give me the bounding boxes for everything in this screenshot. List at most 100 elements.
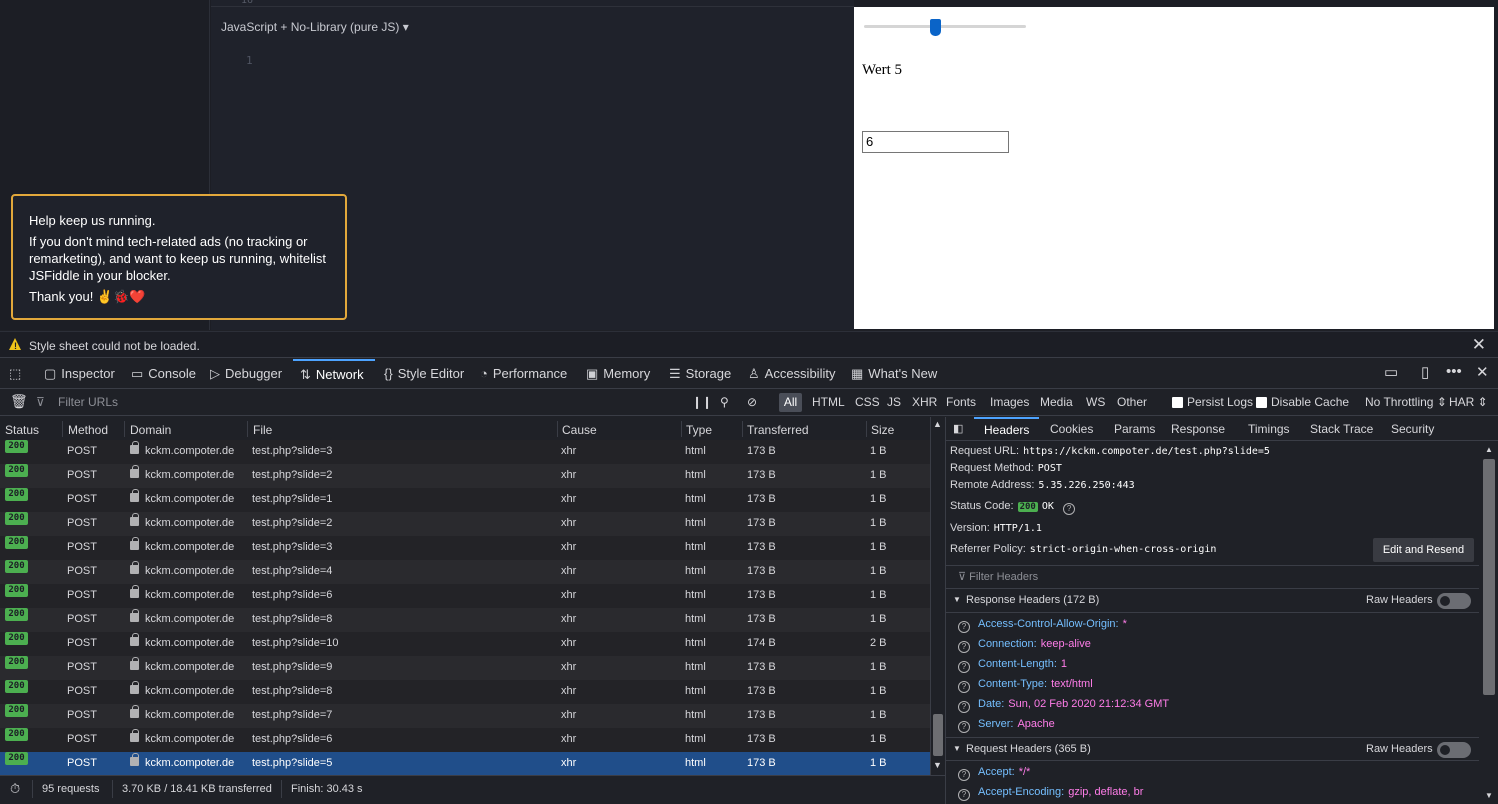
- help-icon[interactable]: ?: [958, 661, 970, 673]
- table-row[interactable]: 200 POST kckm.compoter.de test.php?slide=6 x…: [0, 584, 930, 608]
- filter-other-button[interactable]: Other: [1117, 395, 1147, 409]
- table-row[interactable]: 200 POST kckm.compoter.de test.php?slide=4 x…: [0, 560, 930, 584]
- slider-track[interactable]: [864, 25, 1026, 28]
- close-devtools-icon[interactable]: ✕: [1476, 363, 1489, 381]
- tab-response[interactable]: Response: [1171, 422, 1225, 436]
- scroll-down-icon[interactable]: ▼: [933, 760, 942, 770]
- scroll-up-icon[interactable]: ▲: [933, 419, 942, 429]
- table-row[interactable]: 200 POST kckm.compoter.de test.php?slide=10…: [0, 632, 930, 656]
- more-icon[interactable]: •••: [1446, 363, 1462, 380]
- column-domain[interactable]: Domain: [130, 423, 171, 437]
- column-transferred[interactable]: Transferred: [747, 423, 809, 437]
- pick-element-icon[interactable]: ⬚: [9, 359, 21, 388]
- response-headers-section[interactable]: ▼ Response Headers (172 B) Raw Headers: [946, 589, 1479, 613]
- har-menu[interactable]: HAR ⇕: [1449, 395, 1488, 409]
- filter-urls-input[interactable]: Filter URLs: [58, 395, 118, 409]
- tab-console[interactable]: ▭ Console: [131, 359, 196, 388]
- tab-inspector[interactable]: ▢ Inspector: [44, 359, 115, 388]
- persist-logs-checkbox[interactable]: Persist Logs: [1172, 395, 1253, 409]
- tab-stack-trace[interactable]: Stack Trace: [1310, 422, 1373, 436]
- column-type[interactable]: Type: [686, 423, 712, 437]
- checkbox-box[interactable]: [1172, 397, 1183, 408]
- scrollbar-thumb[interactable]: [933, 714, 943, 756]
- filter-html-button[interactable]: HTML: [812, 395, 845, 409]
- expand-icon[interactable]: ▼: [953, 589, 961, 611]
- tab-whats-new[interactable]: ▦ What's New: [851, 359, 937, 388]
- tab-style-editor[interactable]: {} Style Editor: [384, 359, 464, 388]
- column-file[interactable]: File: [253, 423, 272, 437]
- disable-cache-checkbox[interactable]: Disable Cache: [1256, 395, 1349, 409]
- table-row[interactable]: 200 POST kckm.compoter.de test.php?slide=2 x…: [0, 512, 930, 536]
- edit-and-resend-button[interactable]: Edit and Resend: [1373, 538, 1474, 562]
- table-row[interactable]: 200 POST kckm.compoter.de test.php?slide=3 x…: [0, 536, 930, 560]
- dock-icon[interactable]: ▭: [1384, 363, 1398, 381]
- column-size[interactable]: Size: [871, 423, 894, 437]
- tab-storage[interactable]: ☰ Storage: [669, 359, 731, 388]
- pause-icon[interactable]: ❙❙: [692, 395, 712, 409]
- tab-memory[interactable]: ▣ Memory: [586, 359, 650, 388]
- table-row[interactable]: 200 POST kckm.compoter.de test.php?slide=7 x…: [0, 704, 930, 728]
- search-icon[interactable]: ⚲: [720, 395, 729, 409]
- column-cause[interactable]: Cause: [562, 423, 597, 437]
- table-row[interactable]: 200 POST kckm.compoter.de test.php?slide=1 x…: [0, 488, 930, 512]
- block-icon[interactable]: ⊘: [747, 395, 757, 409]
- filter-headers-input[interactable]: ⊽ Filter Headers: [946, 565, 1479, 589]
- table-scrollbar[interactable]: ▲ ▼: [930, 417, 944, 775]
- help-icon[interactable]: ?: [958, 721, 970, 733]
- checkbox-box[interactable]: [1256, 397, 1267, 408]
- number-input[interactable]: 6: [862, 131, 1009, 153]
- help-icon[interactable]: ?: [1063, 503, 1076, 515]
- tab-security[interactable]: Security: [1391, 422, 1434, 436]
- tab-cookies[interactable]: Cookies: [1050, 422, 1093, 436]
- responsive-icon[interactable]: ▯: [1421, 363, 1429, 381]
- cause-cell: xhr: [561, 709, 577, 721]
- throttling-select[interactable]: No Throttling ⇕: [1365, 395, 1447, 409]
- details-scrollbar[interactable]: ▲ ▼: [1479, 441, 1498, 804]
- scrollbar-thumb[interactable]: [1483, 459, 1495, 695]
- raw-headers-toggle[interactable]: [1437, 593, 1471, 609]
- table-row[interactable]: 200 POST kckm.compoter.de test.php?slide=9 x…: [0, 656, 930, 680]
- table-row[interactable]: 200 POST kckm.compoter.de test.php?slide=6 x…: [0, 728, 930, 752]
- help-icon[interactable]: ?: [958, 621, 970, 633]
- help-icon[interactable]: ?: [958, 789, 970, 801]
- column-status[interactable]: Status: [5, 423, 39, 437]
- tab-performance[interactable]: ◔ Performance: [480, 359, 567, 388]
- filter-images-button[interactable]: Images: [990, 395, 1029, 409]
- help-icon[interactable]: ?: [958, 701, 970, 713]
- slider-thumb[interactable]: [930, 19, 941, 36]
- expand-icon[interactable]: ▼: [953, 738, 961, 760]
- filter-js-button[interactable]: JS: [887, 395, 901, 409]
- filter-media-button[interactable]: Media: [1040, 395, 1073, 409]
- tab-timings[interactable]: Timings: [1248, 422, 1290, 436]
- tab-network[interactable]: ⇅ Network: [293, 359, 375, 388]
- scroll-down-icon[interactable]: ▼: [1485, 791, 1493, 800]
- toggle-sidebar-icon[interactable]: ◧: [953, 422, 963, 435]
- filter-css-button[interactable]: CSS: [855, 395, 880, 409]
- tab-headers[interactable]: Headers: [974, 417, 1040, 437]
- trash-icon[interactable]: 🗑: [10, 393, 28, 410]
- filter-ws-button[interactable]: WS: [1086, 395, 1105, 409]
- table-row[interactable]: 200 POST kckm.compoter.de test.php?slide=3 x…: [0, 440, 930, 464]
- stopwatch-icon[interactable]: ⏱: [10, 781, 20, 797]
- column-method[interactable]: Method: [68, 423, 108, 437]
- table-row[interactable]: 200 POST kckm.compoter.de test.php?slide=8 x…: [0, 608, 930, 632]
- range-slider[interactable]: [864, 19, 1026, 36]
- help-icon[interactable]: ?: [958, 681, 970, 693]
- request-headers-section[interactable]: ▼ Request Headers (365 B) Raw Headers: [946, 737, 1479, 761]
- scroll-up-icon[interactable]: ▲: [1485, 445, 1493, 454]
- filter-fonts-button[interactable]: Fonts: [946, 395, 976, 409]
- table-row[interactable]: 200 POST kckm.compoter.de test.php?slide=8 x…: [0, 680, 930, 704]
- tab-debugger[interactable]: ▷ Debugger: [210, 359, 282, 388]
- language-selector[interactable]: JavaScript + No-Library (pure JS) ▾: [221, 20, 409, 34]
- table-row[interactable]: 200 POST kckm.compoter.de test.php?slide=5 x…: [0, 752, 930, 776]
- file-cell: test.php?slide=4: [252, 565, 333, 577]
- filter-all-button[interactable]: All: [779, 393, 802, 412]
- close-icon[interactable]: ✕: [1472, 335, 1486, 355]
- tab-params[interactable]: Params: [1114, 422, 1155, 436]
- tab-accessibility[interactable]: ♙ Accessibility: [748, 359, 835, 388]
- table-row[interactable]: 200 POST kckm.compoter.de test.php?slide=2 x…: [0, 464, 930, 488]
- help-icon[interactable]: ?: [958, 769, 970, 781]
- filter-xhr-button[interactable]: XHR: [912, 395, 937, 409]
- help-icon[interactable]: ?: [958, 641, 970, 653]
- raw-headers-toggle[interactable]: [1437, 742, 1471, 758]
